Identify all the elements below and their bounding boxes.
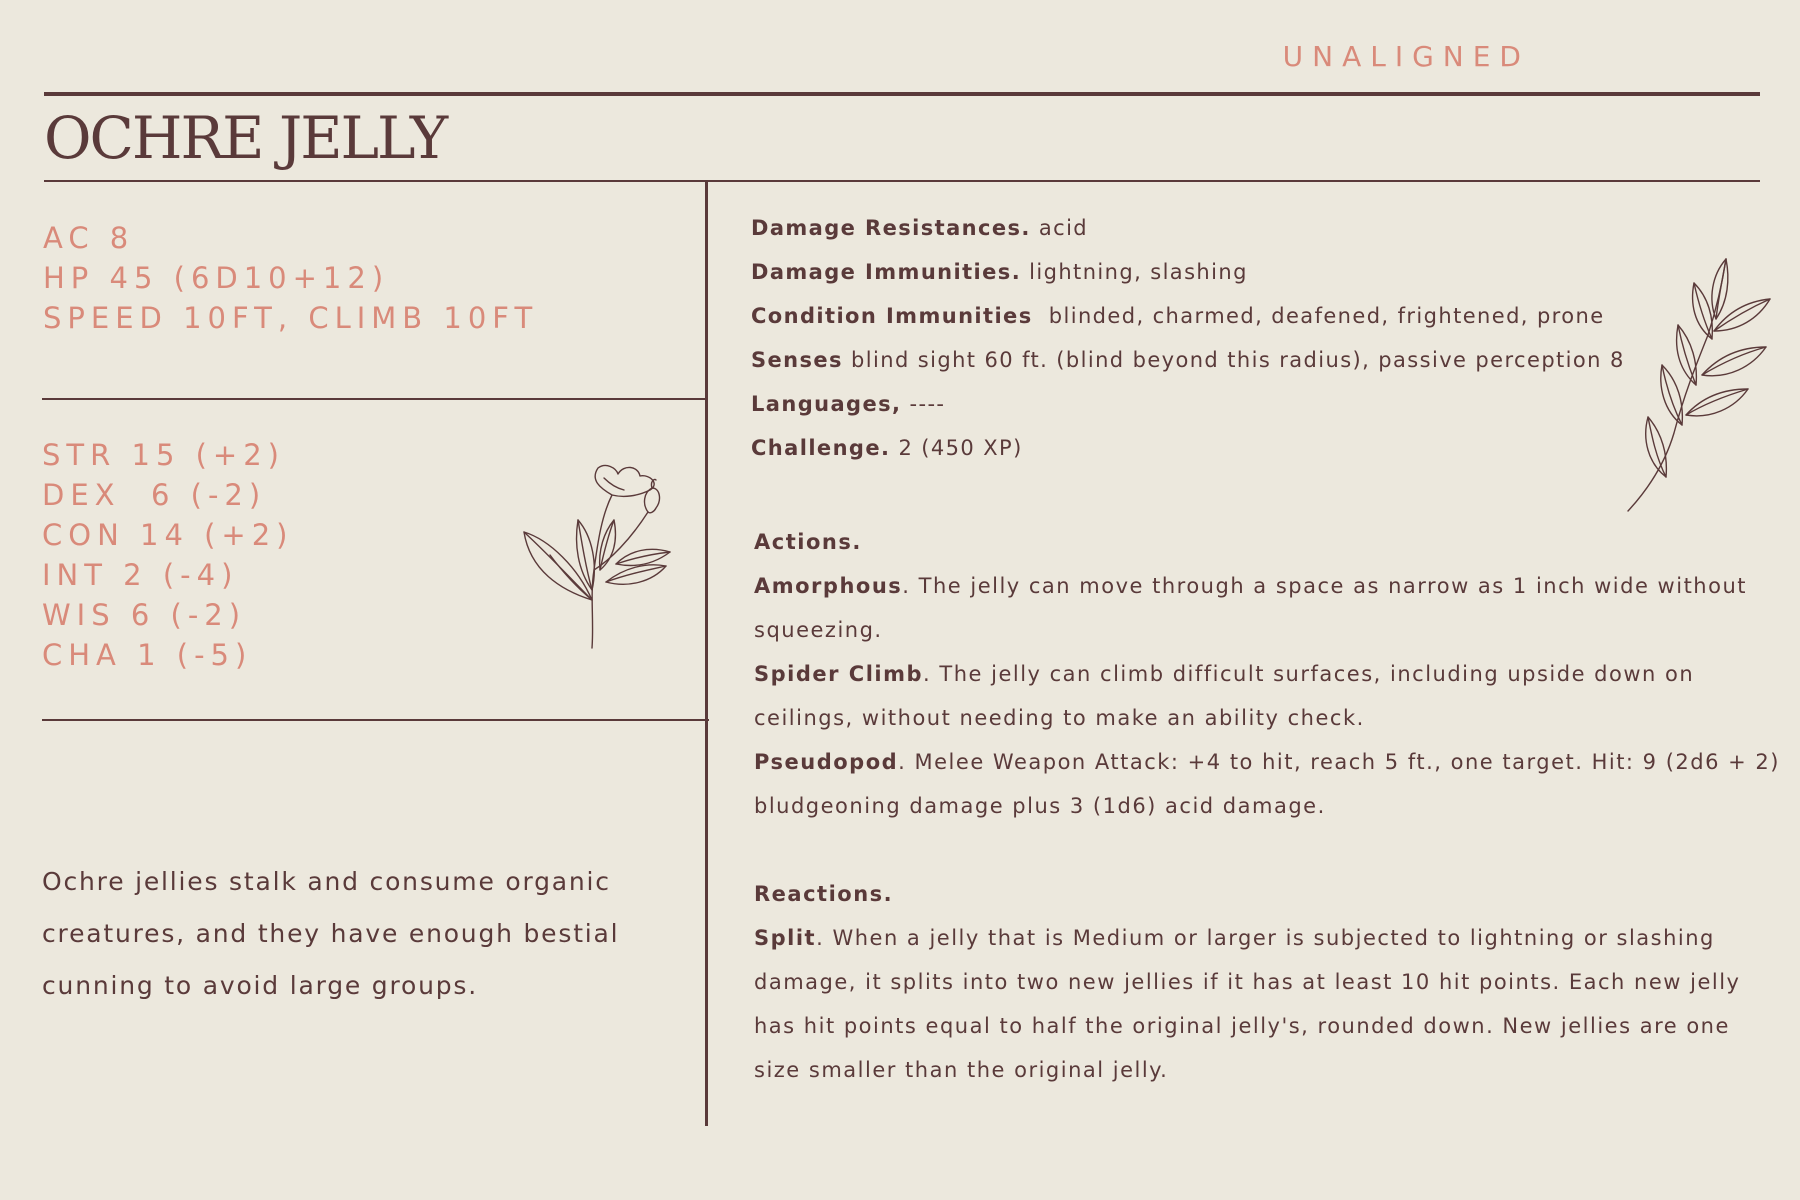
action-name: Amorphous	[754, 574, 903, 598]
trait-label: Condition Immunities	[751, 304, 1033, 328]
alignment-label: UNALIGNED	[1282, 40, 1530, 73]
trait-list: Damage Resistances. acid Damage Immuniti…	[751, 208, 1761, 472]
action-name: Pseudopod	[754, 750, 899, 774]
trait-value: blinded, charmed, deafened, frightened, …	[1032, 304, 1605, 328]
trait-senses: Senses blind sight 60 ft. (blind beyond …	[751, 340, 1761, 384]
ability-int: INT 2 (-4)	[42, 558, 239, 592]
speed: SPEED 10FT, CLIMB 10FT	[43, 301, 539, 335]
abilities-divider	[42, 719, 709, 721]
reactions-section: Reactions. Split. When a jelly that is M…	[754, 872, 1784, 1092]
reaction-split: Split. When a jelly that is Medium or la…	[754, 916, 1784, 1092]
ability-str: STR 15 (+2)	[42, 438, 285, 472]
trait-value: acid	[1030, 216, 1089, 240]
monster-description: Ochre jellies stalk and consume organic …	[42, 867, 620, 1000]
ability-con: CON 14 (+2)	[42, 518, 294, 552]
header-top-divider	[44, 92, 1760, 96]
trait-condition-immunities: Condition Immunities blinded, charmed, d…	[751, 296, 1761, 340]
action-spider-climb: Spider Climb. The jelly can climb diffic…	[754, 652, 1784, 740]
column-divider	[705, 180, 708, 1126]
trait-label: Challenge.	[751, 436, 891, 460]
core-stats: AC 8 HP 45 (6D10+12) SPEED 10FT, CLIMB 1…	[43, 218, 538, 338]
trait-label: Damage Immunities.	[751, 260, 1022, 284]
trait-value: ----	[901, 392, 946, 416]
action-text: . Melee Weapon Attack: +4 to hit, reach …	[754, 750, 1780, 818]
header-bottom-divider	[44, 180, 1760, 182]
trait-value: lightning, slashing	[1021, 260, 1248, 284]
armor-class: AC 8	[43, 221, 135, 255]
action-name: Spider Climb	[754, 662, 924, 686]
trait-label: Damage Resistances.	[751, 216, 1031, 240]
ability-scores: STR 15 (+2) DEX 6 (-2) CON 14 (+2) INT 2…	[42, 435, 293, 675]
trait-label: Languages,	[751, 392, 902, 416]
leaf-branch-illustration-icon	[1627, 258, 1771, 512]
ability-wis: WIS 6 (-2)	[42, 598, 247, 632]
trait-damage-immunities: Damage Immunities. lightning, slashing	[751, 252, 1761, 296]
trait-label: Senses	[751, 348, 843, 372]
actions-heading: Actions.	[754, 530, 862, 554]
trait-damage-resistances: Damage Resistances. acid	[751, 208, 1761, 252]
monster-title: OCHRE JELLY	[44, 104, 448, 172]
ability-cha: CHA 1 (-5)	[42, 638, 253, 672]
action-text: . The jelly can move through a space as …	[754, 574, 1748, 642]
action-pseudopod: Pseudopod. Melee Weapon Attack: +4 to hi…	[754, 740, 1784, 828]
trait-value: 2 (450 XP)	[890, 436, 1023, 460]
trait-languages: Languages, ----	[751, 384, 1761, 428]
stats-divider	[42, 398, 707, 400]
actions-section: Actions. Amorphous. The jelly can move t…	[754, 520, 1784, 828]
reaction-name: Split	[754, 926, 817, 950]
flower-illustration-icon	[523, 464, 671, 649]
trait-value: blind sight 60 ft. (blind beyond this ra…	[842, 348, 1625, 372]
reaction-text: . When a jelly that is Medium or larger …	[754, 926, 1741, 1082]
reactions-heading: Reactions.	[754, 882, 894, 906]
ability-dex: DEX 6 (-2)	[42, 478, 267, 512]
action-amorphous: Amorphous. The jelly can move through a …	[754, 564, 1784, 652]
hit-points: HP 45 (6D10+12)	[43, 261, 390, 295]
trait-challenge: Challenge. 2 (450 XP)	[751, 428, 1761, 472]
